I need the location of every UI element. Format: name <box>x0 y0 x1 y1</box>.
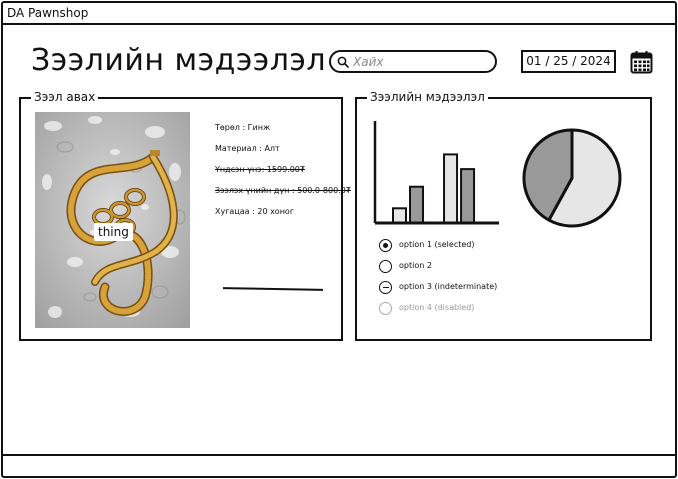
app-window: DA Pawnshop Зээлийн мэдээлэл 01 / 25 / 2… <box>1 1 677 478</box>
bar-1 <box>392 207 407 225</box>
radio-indeterminate-icon[interactable] <box>379 281 392 294</box>
radio-label: option 2 <box>399 261 432 270</box>
radio-label: option 3 (indeterminate) <box>399 282 498 291</box>
title-bar: DA Pawnshop <box>3 3 675 25</box>
bar-4 <box>443 153 459 224</box>
loan-request-panel: Зээл авах thing Төрөл: Гинж Материал: … <box>19 90 351 341</box>
page-title: Зээлийн мэдээлэл <box>31 43 327 78</box>
panel-title: Зээлийн мэдээлэл <box>367 90 488 104</box>
radio-disabled-icon <box>379 302 392 315</box>
product-image: thing <box>35 112 190 328</box>
date-field[interactable]: 01 / 25 / 2024 <box>521 50 616 73</box>
status-bar <box>3 454 675 476</box>
radio-label: option 4 (disabled) <box>399 303 475 312</box>
detail-type: Төрөл : Гинж <box>215 123 271 132</box>
panel-title: Зээл авах <box>31 90 99 104</box>
search-input[interactable] <box>353 54 491 70</box>
search-icon <box>337 56 349 68</box>
bar-5 <box>460 168 476 224</box>
loan-info-panel: Зээлийн мэдээлэл option 1 (selected) opt… <box>355 90 652 341</box>
signature-line <box>222 287 324 291</box>
radio-unselected-icon[interactable] <box>379 260 392 273</box>
bar-2 <box>409 185 425 224</box>
detail-duration: Хугацаа : 20 хоног <box>215 207 295 216</box>
image-label: thing <box>94 223 133 241</box>
pie-chart <box>522 128 622 228</box>
app-title: DA Pawnshop <box>7 6 89 20</box>
radio-selected-icon[interactable] <box>379 239 392 252</box>
search-box[interactable] <box>329 50 497 73</box>
detail-material: Материал : Алт <box>215 144 280 153</box>
bar-chart <box>373 121 499 225</box>
gold-chain-photo <box>35 112 190 328</box>
detail-base-price: Үндсэн үнэ: 1599.00₮ <box>215 165 305 174</box>
calendar-icon[interactable] <box>630 50 653 74</box>
detail-loan-amount: Зээлэх үнийн дүн : 500.0-800.0₮ <box>215 186 351 195</box>
radio-label: option 1 (selected) <box>399 240 475 249</box>
